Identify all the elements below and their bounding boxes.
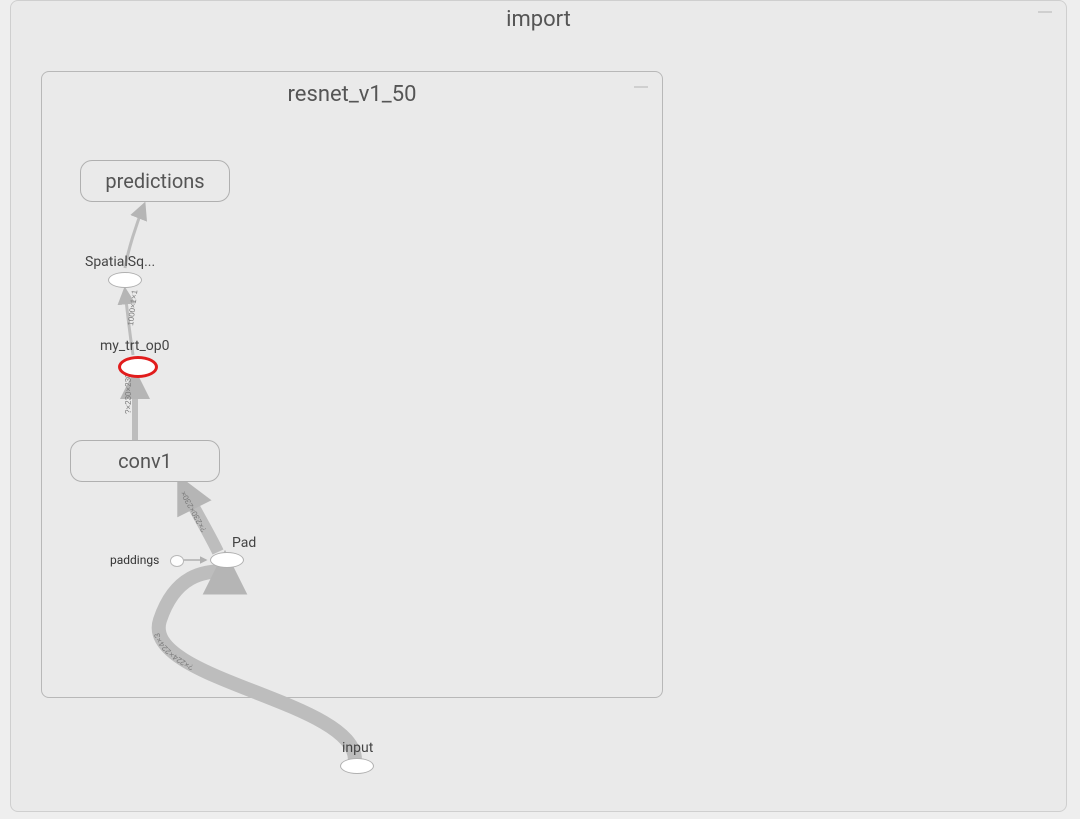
- node-my-trt-op0[interactable]: [118, 356, 158, 378]
- node-my-trt-op0-label: my_trt_op0: [100, 338, 170, 354]
- node-pad-label: Pad: [232, 535, 256, 551]
- node-paddings-label: paddings: [110, 553, 159, 567]
- collapse-icon[interactable]: [1038, 11, 1052, 13]
- node-predictions-label: predictions: [105, 169, 204, 193]
- scope-import[interactable]: import resnet_v1_50: [10, 0, 1067, 812]
- collapse-icon[interactable]: [634, 86, 648, 88]
- node-paddings[interactable]: [170, 555, 184, 567]
- node-predictions[interactable]: predictions: [80, 160, 230, 202]
- scope-import-title: import: [11, 7, 1066, 32]
- node-conv1-label: conv1: [118, 449, 172, 473]
- node-pad[interactable]: [210, 552, 244, 568]
- node-input[interactable]: [340, 758, 374, 774]
- node-spatialsq[interactable]: [108, 272, 142, 288]
- scope-resnet-title: resnet_v1_50: [42, 82, 662, 107]
- node-spatialsq-label: SpatialSq...: [85, 254, 155, 270]
- node-input-label: input: [342, 740, 373, 756]
- node-conv1[interactable]: conv1: [70, 440, 220, 482]
